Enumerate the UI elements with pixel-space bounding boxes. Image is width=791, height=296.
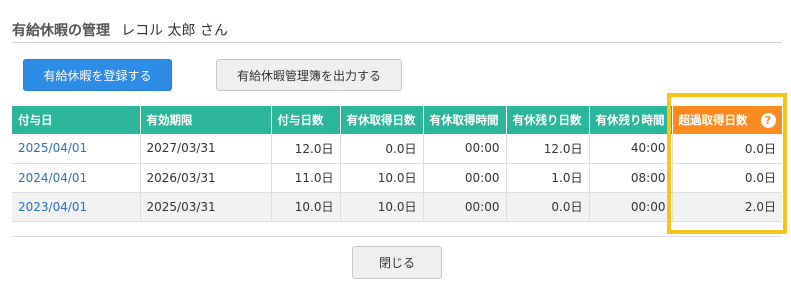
export-ledger-button[interactable]: 有給休暇管理簿を出力する (216, 59, 402, 91)
close-button[interactable]: 閉じる (352, 246, 442, 279)
excess-days-label: 超過取得日数 (678, 113, 748, 127)
expiry-date-cell: 2027/03/31 (140, 134, 272, 164)
used-days-cell: 0.0日 (340, 134, 424, 164)
grant-date-link[interactable]: 2024/04/01 (18, 171, 87, 185)
grant-date-link[interactable]: 2023/04/01 (18, 200, 87, 214)
column-header-used-hours: 有休取得時間 (423, 106, 507, 134)
column-header-excess-days: 超過取得日数 ? (672, 106, 783, 134)
column-header-expiry-date: 有効期限 (140, 106, 272, 134)
excess-days-cell: 2.0日 (672, 192, 782, 222)
used-hours-cell: 00:00 (423, 163, 507, 193)
table-row: 2024/04/01 2026/03/31 11.0日 10.0日 00:00 … (12, 163, 782, 193)
remaining-days-cell: 0.0日 (506, 192, 590, 222)
remaining-hours-cell: 08:00 (589, 163, 673, 193)
remaining-hours-cell: 00:00 (589, 192, 673, 222)
user-name: レコル 太郎 さん (121, 23, 228, 39)
column-header-remaining-hours: 有休残り時間 (589, 106, 673, 134)
page-title: 有給休暇の管理 (12, 23, 110, 39)
register-leave-button[interactable]: 有給休暇を登録する (23, 59, 172, 91)
question-circle-icon[interactable]: ? (760, 113, 776, 128)
granted-days-cell: 12.0日 (271, 134, 341, 164)
used-days-cell: 10.0日 (340, 192, 424, 222)
divider (12, 236, 782, 237)
leave-table: 付与日 有効期限 付与日数 有休取得日数 有休取得時間 有休残り日数 有休残り時… (12, 106, 783, 222)
grant-date-link[interactable]: 2025/04/01 (18, 141, 87, 155)
granted-days-cell: 10.0日 (271, 192, 341, 222)
column-header-remaining-days: 有休残り日数 (506, 106, 590, 134)
table-row: 2023/04/01 2025/03/31 10.0日 10.0日 00:00 … (12, 192, 782, 222)
expiry-date-cell: 2026/03/31 (140, 163, 272, 193)
column-header-used-days: 有休取得日数 (340, 106, 424, 134)
excess-days-cell: 0.0日 (672, 163, 782, 193)
column-header-grant-date: 付与日 (12, 106, 141, 134)
used-hours-cell: 00:00 (423, 192, 507, 222)
remaining-days-cell: 1.0日 (506, 163, 590, 193)
granted-days-cell: 11.0日 (271, 163, 341, 193)
used-days-cell: 10.0日 (340, 163, 424, 193)
expiry-date-cell: 2025/03/31 (140, 192, 272, 222)
remaining-hours-cell: 40:00 (589, 134, 673, 164)
table-header-row: 付与日 有効期限 付与日数 有休取得日数 有休取得時間 有休残り日数 有休残り時… (12, 106, 783, 134)
table-row: 2025/04/01 2027/03/31 12.0日 0.0日 00:00 1… (12, 134, 782, 164)
excess-days-cell: 0.0日 (672, 134, 782, 164)
remaining-days-cell: 12.0日 (506, 134, 590, 164)
used-hours-cell: 00:00 (423, 134, 507, 164)
page-header: 有給休暇の管理 レコル 太郎 さん (12, 20, 782, 43)
column-header-granted-days: 付与日数 (271, 106, 341, 134)
